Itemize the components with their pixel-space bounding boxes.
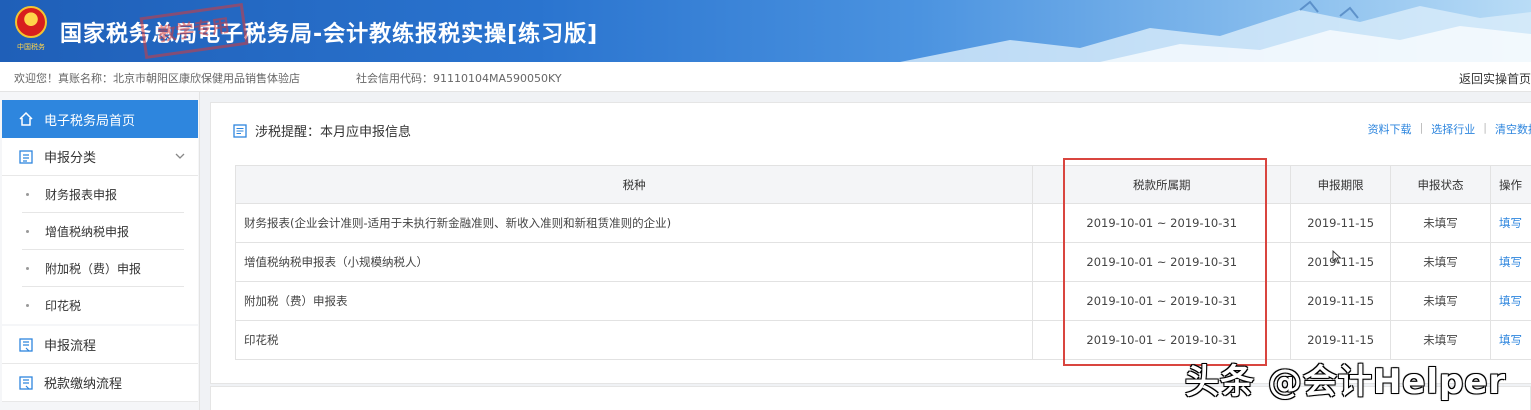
status-cell: 未填写 bbox=[1390, 203, 1492, 243]
notice-icon bbox=[233, 123, 247, 138]
back-to-home-link[interactable]: 返回实操首页 bbox=[1459, 70, 1531, 87]
chevron-down-icon bbox=[175, 153, 185, 159]
header-banner: 中国税务 国家税务总局电子税务局-会计教练报税实操[练习版] 教学专用 bbox=[0, 0, 1531, 62]
panel-links: 资料下载 | 选择行业 | 清空数据 bbox=[1368, 121, 1531, 137]
period-cell: 2019-10-01 ~ 2019-10-31 bbox=[1032, 242, 1292, 282]
mouse-cursor-icon bbox=[1332, 250, 1342, 264]
sidebar-item-payment[interactable]: 税款缴纳流程 bbox=[2, 364, 198, 402]
sidebar: 电子税务局首页 申报分类 财务报表申报 增值税纳税申报 附加税（费）申报 印花税… bbox=[0, 92, 200, 410]
status-cell: 未填写 bbox=[1390, 281, 1492, 321]
sidebar-subitem-label: 财务报表申报 bbox=[45, 188, 118, 202]
panel-header: 涉税提醒：本月应申报信息 bbox=[233, 121, 411, 140]
deadline-cell: 2019-11-15 bbox=[1290, 281, 1392, 321]
download-link[interactable]: 资料下载 bbox=[1368, 121, 1412, 137]
period-cell: 2019-10-01 ~ 2019-10-31 bbox=[1032, 203, 1292, 243]
sidebar-item-label: 申报分类 bbox=[44, 151, 97, 166]
table-header-row: 税种 税款所属期 申报期限 申报状态 操作 bbox=[234, 165, 1531, 204]
credit-code-text: 社会信用代码：91110104MA590050KY bbox=[356, 72, 562, 85]
tax-reminder-panel: 涉税提醒：本月应申报信息 资料下载 | 选择行业 | 清空数据 税种 税款所属期… bbox=[210, 102, 1531, 384]
watermark-text: 头条 @会计Helper bbox=[1185, 362, 1507, 402]
sidebar-item-home[interactable]: 电子税务局首页 bbox=[2, 100, 198, 138]
tax-type-cell: 附加税（费）申报表 bbox=[234, 281, 1034, 321]
process-icon bbox=[19, 337, 33, 352]
sidebar-subitem-vat[interactable]: 增值税纳税申报 bbox=[2, 213, 198, 250]
col-header-tax-type: 税种 bbox=[234, 165, 1034, 204]
welcome-text: 欢迎您！真账名称：北京市朝阳区康欣保健用品销售体验店 bbox=[14, 72, 300, 85]
deadline-cell: 2019-11-15 bbox=[1290, 203, 1392, 243]
home-icon bbox=[19, 111, 33, 126]
table-row: 财务报表(企业会计准则-适用于未执行新金融准则、新收入准则和新租赁准则的企业) … bbox=[234, 203, 1531, 243]
panel-title: 涉税提醒：本月应申报信息 bbox=[255, 125, 412, 140]
select-industry-link[interactable]: 选择行业 bbox=[1431, 121, 1475, 137]
tax-type-cell: 财务报表(企业会计准则-适用于未执行新金融准则、新收入准则和新租赁准则的企业) bbox=[234, 203, 1034, 243]
tax-type-cell: 印花税 bbox=[234, 320, 1034, 360]
credit-code: 91110104MA590050KY bbox=[433, 72, 562, 85]
period-cell: 2019-10-01 ~ 2019-10-31 bbox=[1032, 281, 1292, 321]
clear-data-link[interactable]: 清空数据 bbox=[1495, 121, 1531, 137]
table-row: 附加税（费）申报表 2019-10-01 ~ 2019-10-31 2019-1… bbox=[234, 281, 1531, 321]
sidebar-subitem-label: 印花税 bbox=[45, 299, 82, 313]
sidebar-item-label: 税款缴纳流程 bbox=[44, 377, 123, 392]
col-header-deadline: 申报期限 bbox=[1290, 165, 1392, 204]
sidebar-subitem-label: 附加税（费）申报 bbox=[45, 262, 142, 276]
sidebar-item-category[interactable]: 申报分类 bbox=[2, 138, 198, 176]
col-header-status: 申报状态 bbox=[1390, 165, 1492, 204]
action-cell: 填写 bbox=[1490, 281, 1531, 321]
account-info-bar: 欢迎您！真账名称：北京市朝阳区康欣保健用品销售体验店 社会信用代码：911101… bbox=[0, 62, 1531, 92]
action-cell: 填写 bbox=[1490, 203, 1531, 243]
status-cell: 未填写 bbox=[1390, 242, 1492, 282]
sidebar-subitem-surtax[interactable]: 附加税（费）申报 bbox=[2, 250, 198, 287]
fill-link[interactable]: 填写 bbox=[1499, 216, 1522, 230]
col-header-action: 操作 bbox=[1490, 165, 1531, 204]
sidebar-subitem-label: 增值税纳税申报 bbox=[45, 225, 130, 239]
fill-link[interactable]: 填写 bbox=[1499, 255, 1522, 269]
sidebar-subitem-stamp-tax[interactable]: 印花税 bbox=[2, 287, 198, 324]
sidebar-item-flow[interactable]: 申报流程 bbox=[2, 326, 198, 364]
col-header-period: 税款所属期 bbox=[1032, 165, 1292, 204]
sidebar-item-label: 电子税务局首页 bbox=[44, 113, 136, 129]
fill-link[interactable]: 填写 bbox=[1499, 294, 1522, 308]
fill-link[interactable]: 填写 bbox=[1499, 333, 1522, 347]
sidebar-subitem-financial[interactable]: 财务报表申报 bbox=[2, 176, 198, 213]
payment-process-icon bbox=[19, 375, 33, 390]
form-icon bbox=[19, 149, 33, 164]
tax-type-cell: 增值税纳税申报表（小规模纳税人） bbox=[234, 242, 1034, 282]
account-name: 北京市朝阳区康欣保健用品销售体验店 bbox=[113, 72, 300, 85]
sidebar-item-label: 申报流程 bbox=[44, 339, 97, 354]
tax-bureau-emblem-icon: 中国税务 bbox=[12, 6, 50, 54]
action-cell: 填写 bbox=[1490, 242, 1531, 282]
